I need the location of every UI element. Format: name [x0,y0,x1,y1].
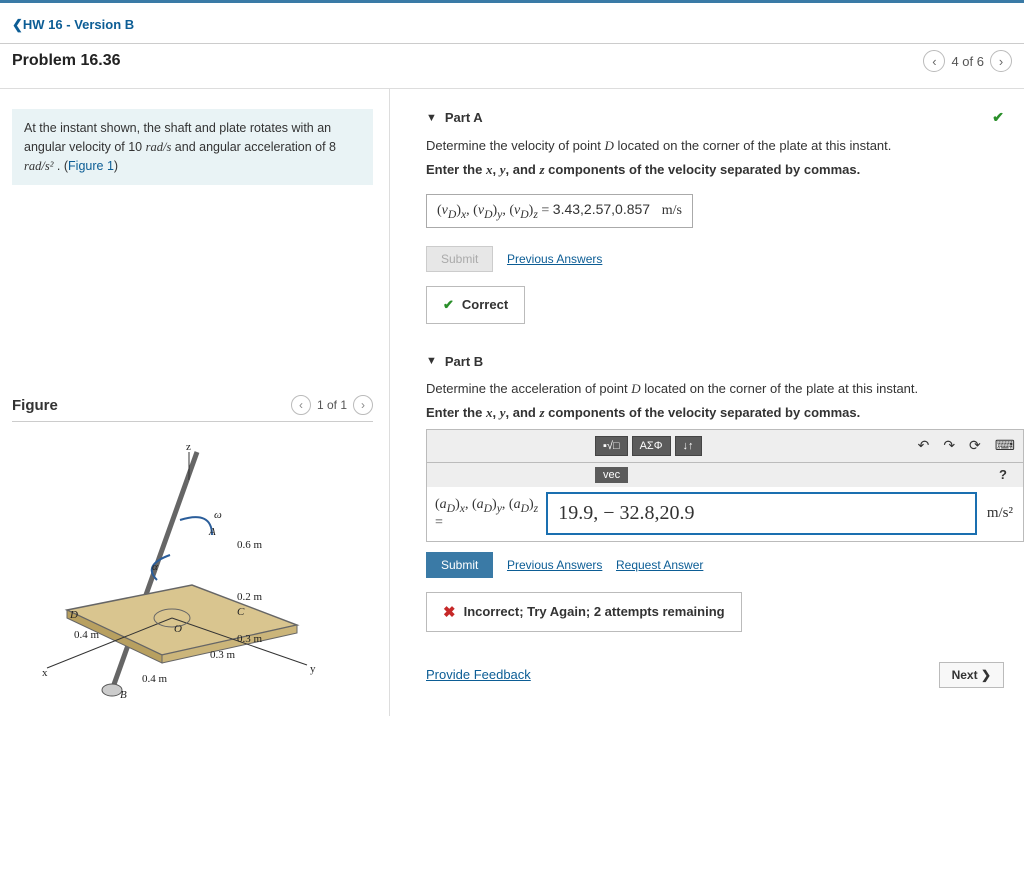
part-a-submit-row: Submit Previous Answers [426,246,1024,272]
tool-vec[interactable]: vec [595,467,628,483]
titlebar: Problem 16.36 ‹ 4 of 6 › [0,44,1024,89]
problem-title: Problem 16.36 [12,52,121,70]
part-a-unit: m/s [662,203,682,218]
feedback-text-b: Incorrect; Try Again; 2 attempts remaini… [464,604,725,619]
reset-icon[interactable]: ⟳ [969,437,981,454]
submit-button-a: Submit [426,246,493,272]
equation-toolbar-sub: vec ? [426,463,1024,487]
svg-text:D: D [69,609,78,621]
prompt-u1: rad/s [146,140,172,154]
fig-pager-text: 1 of 1 [317,398,347,412]
part-b-input[interactable]: 19.9, − 32.8,20.9 [546,492,977,535]
figure-ref-link[interactable]: Figure 1 [68,159,114,173]
prev-answers-a[interactable]: Previous Answers [507,252,602,266]
figure-header: Figure ‹ 1 of 1 › [12,395,373,422]
svg-text:A: A [208,526,216,538]
svg-text:O: O [174,623,182,635]
tool-template[interactable]: ▪√□ [595,436,628,456]
pager-next[interactable]: › [990,50,1012,72]
part-b-instr: Enter the x, y, and z components of the … [426,405,1024,421]
part-a-value: 3.43,2.57,0.857 [553,201,650,217]
part-b-input-row: (aD)x, (aD)y, (aD)z= 19.9, − 32.8,20.9 m… [426,487,1024,542]
breadcrumb-link[interactable]: ❮HW 16 - Version B [12,17,134,32]
svg-text:B: B [120,689,127,700]
right-column: ▼ Part A ✔ Determine the velocity of poi… [390,89,1024,716]
undo-icon[interactable]: ↶ [918,437,930,454]
part-b: ▼ Part B Determine the acceleration of p… [426,354,1024,632]
check-icon: ✔ [443,297,454,313]
part-b-submit-row: Submit Previous Answers Request Answer [426,552,1024,578]
part-a-label: Part A [445,110,483,125]
submit-button-b[interactable]: Submit [426,552,493,578]
prompt-t4: ) [114,159,118,173]
figure-pager: ‹ 1 of 1 › [291,395,373,415]
svg-text:0.3 m: 0.3 m [237,633,263,645]
prev-answers-b[interactable]: Previous Answers [507,558,602,572]
pager-prev[interactable]: ‹ [923,50,945,72]
tool-subsup[interactable]: ↓↑ [675,436,702,456]
svg-text:0.4 m: 0.4 m [74,629,100,641]
fig-pager-next[interactable]: › [353,395,373,415]
svg-text:α: α [152,561,158,573]
provide-feedback-link[interactable]: Provide Feedback [426,667,531,682]
prompt-u2: rad/s² [24,159,53,173]
figure-heading: Figure [12,397,58,414]
part-a-answer: (vD)x, (vD)y, (vD)z = 3.43,2.57,0.857 m/… [426,194,693,228]
tool-greek[interactable]: ΑΣΦ [632,436,671,456]
svg-text:0.4 m: 0.4 m [142,673,168,685]
svg-text:0.2 m: 0.2 m [237,591,263,603]
pager-text: 4 of 6 [951,54,984,69]
chevron-left-icon: ❮ [12,17,23,32]
figure-diagram: z x y ω α A B C D O 0.6 m 0.2 m 0.3 m 0.… [12,440,332,700]
breadcrumb: ❮HW 16 - Version B [0,7,1024,43]
part-b-label: Part B [445,354,483,369]
top-rule [0,0,1024,3]
part-b-header[interactable]: ▼ Part B [426,354,1024,369]
x-icon: ✖ [443,603,456,621]
part-b-unit: m/s² [977,505,1023,522]
part-a: ▼ Part A ✔ Determine the velocity of poi… [426,109,1024,324]
check-icon: ✔ [992,109,1004,126]
collapse-icon: ▼ [426,112,437,124]
part-a-instr: Enter the x, y, and z components of the … [426,162,1024,178]
svg-text:z: z [186,441,191,453]
svg-text:0.6 m: 0.6 m [237,539,263,551]
part-b-lhs: (aD)x, (aD)y, (aD)z= [427,487,546,541]
main: At the instant shown, the shaft and plat… [0,89,1024,716]
request-answer[interactable]: Request Answer [616,558,703,572]
fig-pager-prev[interactable]: ‹ [291,395,311,415]
svg-text:ω: ω [214,509,222,521]
collapse-icon: ▼ [426,355,437,367]
left-column: At the instant shown, the shaft and plat… [0,89,390,716]
part-a-feedback: ✔ Correct [426,286,525,324]
feedback-text-a: Correct [462,297,508,312]
prompt-t2: and angular acceleration of 8 [171,140,336,154]
svg-text:x: x [42,667,48,679]
part-a-desc: Determine the velocity of point D locate… [426,138,1024,154]
prompt-t3: . ( [53,159,68,173]
keyboard-icon[interactable]: ⌨ [995,437,1015,454]
equation-toolbar: ▪√□ ΑΣΦ ↓↑ ↶ ↷ ⟳ ⌨ [426,429,1024,463]
part-b-feedback: ✖ Incorrect; Try Again; 2 attempts remai… [426,592,742,632]
svg-text:y: y [310,663,316,675]
next-button[interactable]: Next ❯ [939,662,1004,688]
redo-icon[interactable]: ↷ [943,437,955,454]
svg-text:C: C [237,606,245,618]
footer-row: Provide Feedback Next ❯ [426,662,1024,688]
problem-pager: ‹ 4 of 6 › [923,50,1012,72]
breadcrumb-label: HW 16 - Version B [23,17,134,32]
problem-prompt: At the instant shown, the shaft and plat… [12,109,373,185]
svg-text:0.3 m: 0.3 m [210,649,236,661]
part-a-header[interactable]: ▼ Part A ✔ [426,109,1024,126]
help-icon[interactable]: ? [999,467,1007,482]
part-b-desc: Determine the acceleration of point D lo… [426,381,1024,397]
